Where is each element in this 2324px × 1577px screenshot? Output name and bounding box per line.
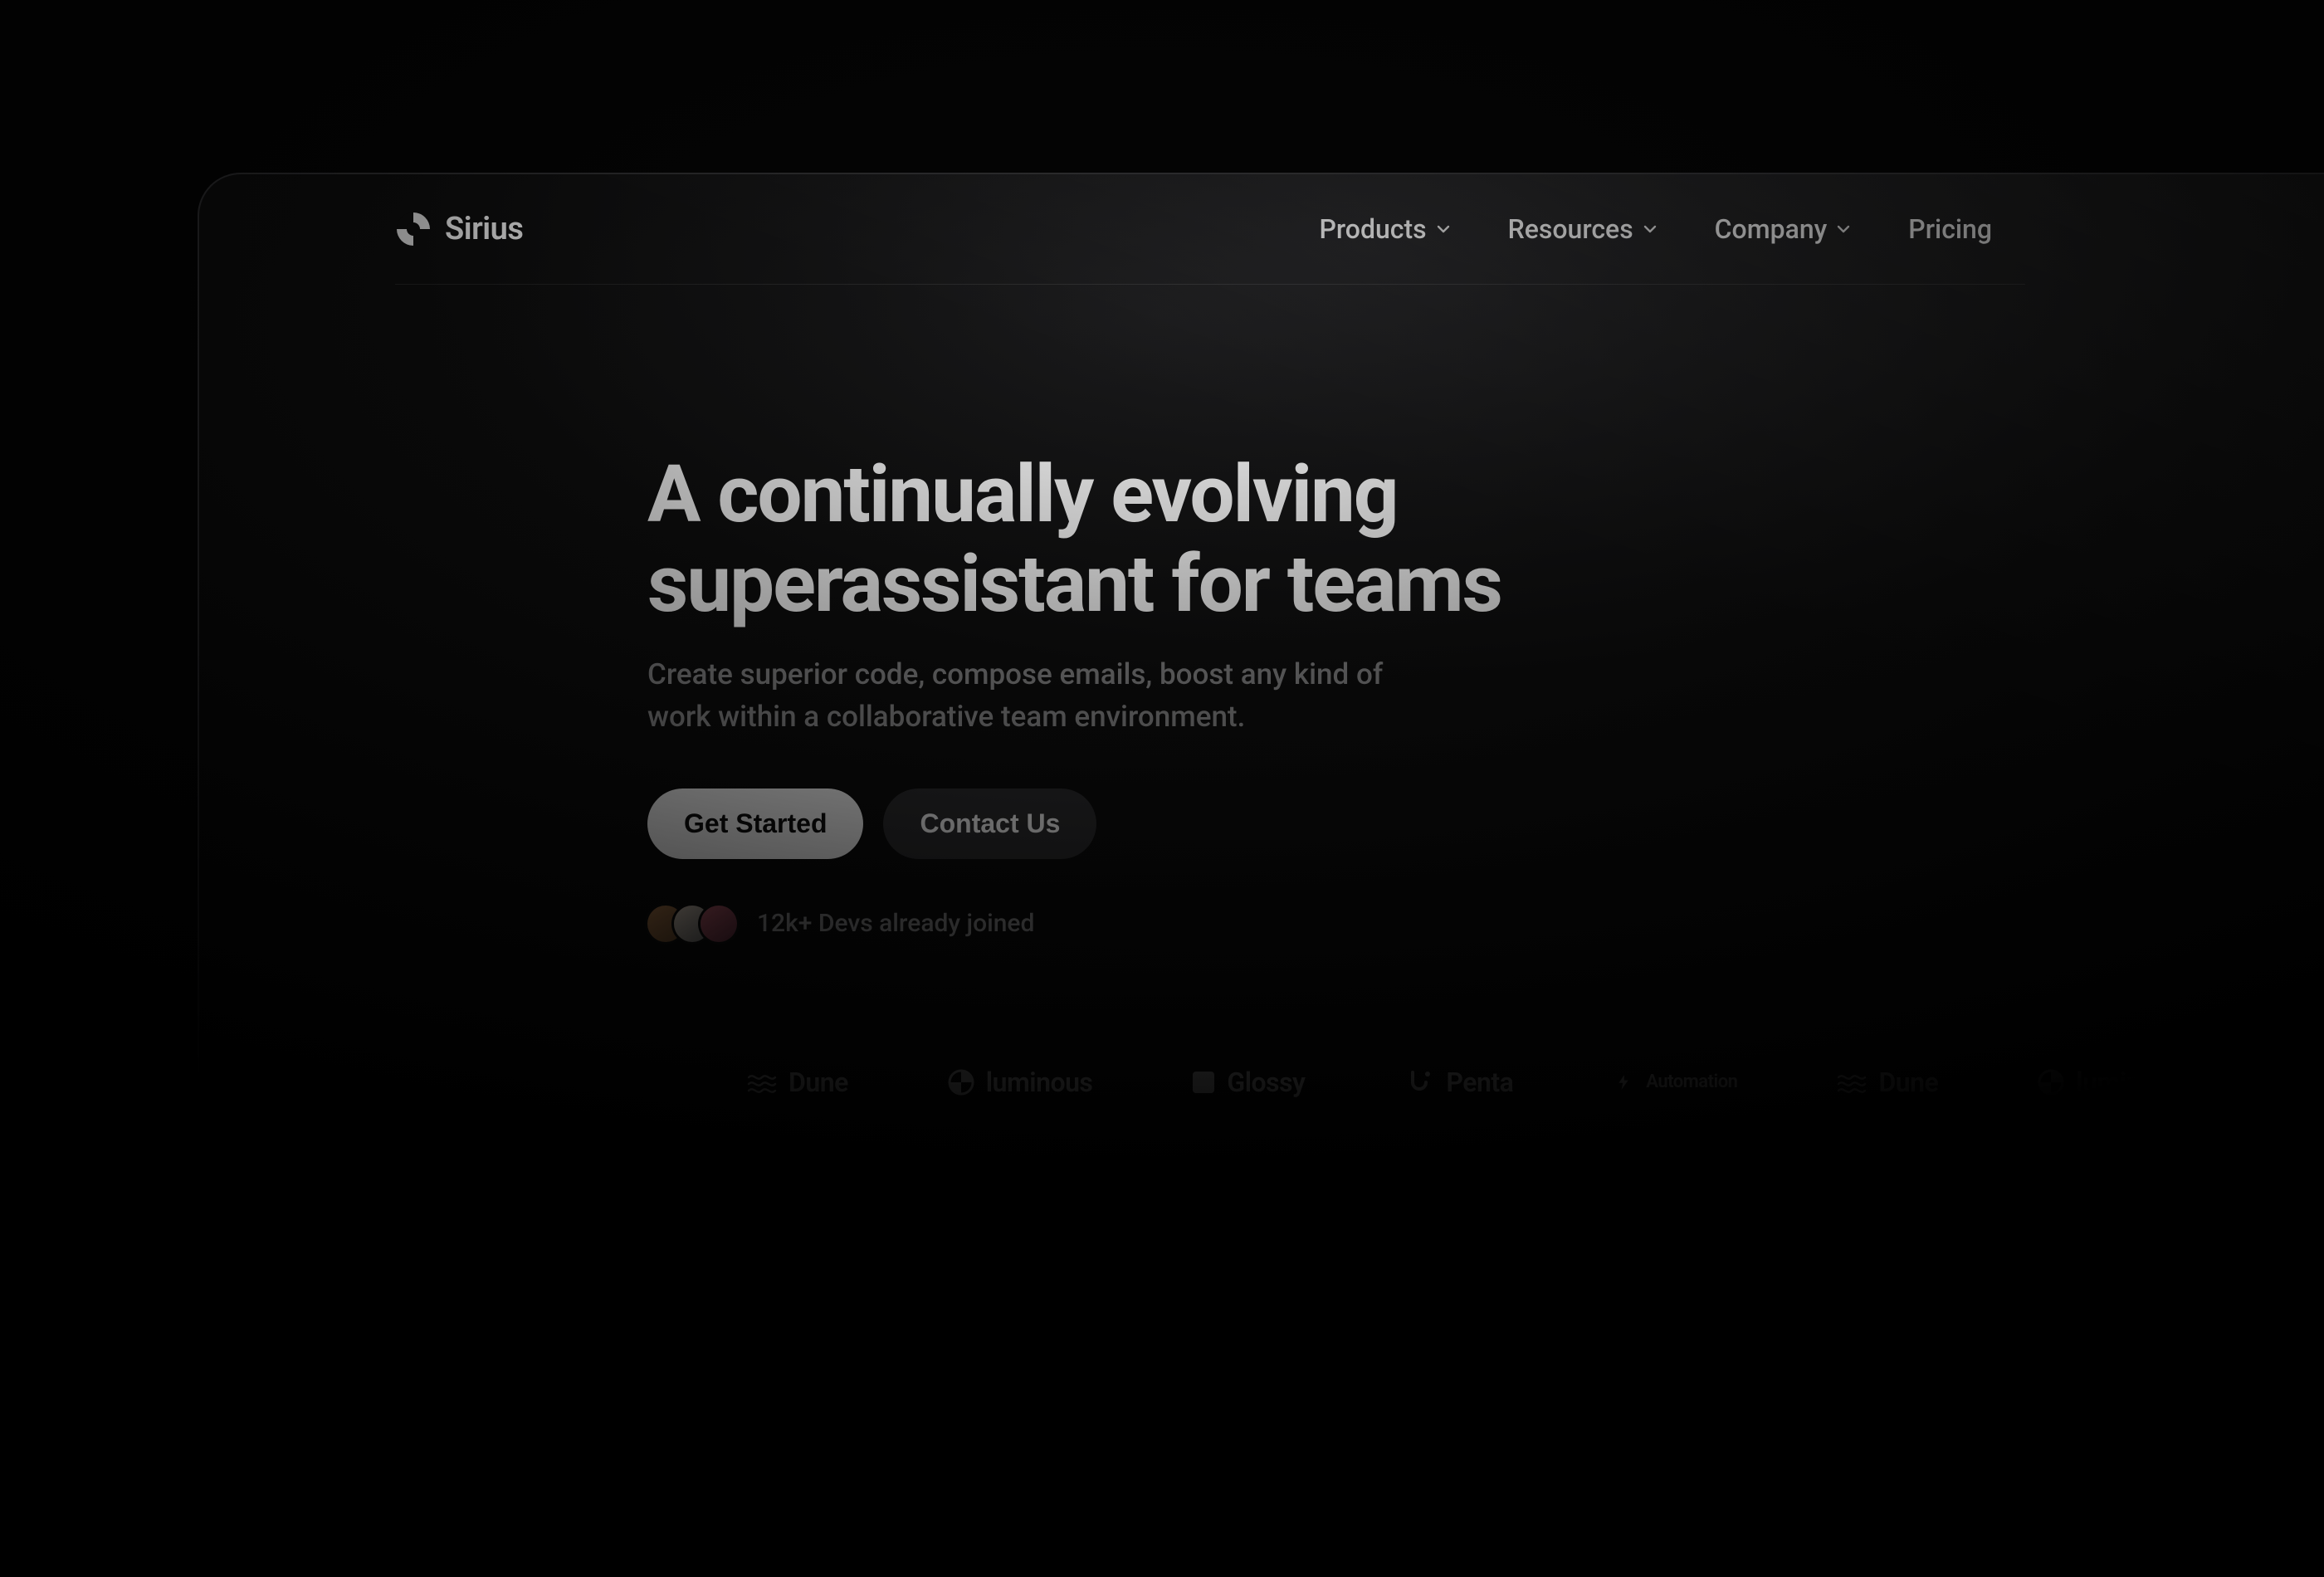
app-preview-panel: Agent Workspace / Elon musk · Sulaimaan …	[589, 1214, 2307, 1571]
nav-inner: Sirius Products Resources Company	[395, 211, 2025, 285]
hero-section: A continually evolving superassistant fo…	[199, 285, 2324, 942]
square-icon	[1192, 1071, 1215, 1094]
logo-luminous: luminous	[948, 1067, 1093, 1098]
logo-dune2-text: Dune	[1878, 1067, 1938, 1098]
agent-name-row: Agent name Select Existing Agent	[738, 1334, 1143, 1357]
description-label: Description	[738, 1448, 1143, 1472]
chat-message-text: Hello Elon!	[1241, 1425, 1336, 1448]
logo-dune-text: Dune	[788, 1067, 848, 1098]
select-existing-agent[interactable]: Select Existing Agent	[947, 1335, 1143, 1355]
rail-apps-button[interactable]	[627, 1334, 673, 1380]
situation-row: Situation Elon musk is having a conversa…	[1219, 1334, 2258, 1357]
hero-title-line2: superassistant for teams	[647, 538, 1501, 631]
agent-name-label: Agent name	[738, 1334, 846, 1357]
nav-products[interactable]: Products	[1319, 213, 1451, 245]
code-icon	[2151, 1252, 2169, 1271]
logo-glossy-text: Glossy	[1227, 1067, 1305, 1098]
chevron-down-icon	[1130, 1339, 1143, 1352]
agent-name-input[interactable]	[738, 1370, 1143, 1423]
brand-logo-icon	[395, 211, 432, 247]
situation-text: Elon musk is having a conversation with …	[1311, 1334, 1812, 1357]
breadcrumb-rest[interactable]: Elon musk · Sulaimaan	[847, 1250, 1050, 1273]
logo-penta-text: Penta	[1446, 1067, 1513, 1098]
nav-resources-label: Resources	[1508, 213, 1633, 245]
rail-chat-button[interactable]	[627, 1404, 673, 1450]
nav-pricing-label: Pricing	[1908, 213, 1992, 245]
get-started-button[interactable]: Get Started	[647, 788, 863, 859]
get-code-button[interactable]: Get code	[2127, 1240, 2273, 1284]
wave-icon	[747, 1071, 777, 1094]
logo-penta: Penta	[1404, 1067, 1513, 1098]
penta-icon	[1404, 1067, 1434, 1097]
hero-subtitle: Create superior code, compose emails, bo…	[647, 654, 1444, 739]
brand-name: Sirius	[445, 211, 523, 247]
logo-glossy: Glossy	[1192, 1067, 1305, 1098]
logo-automation: Automation	[1613, 1072, 1737, 1093]
luminous-icon	[948, 1069, 974, 1096]
nav-company-label: Company	[1715, 213, 1828, 245]
hero-title: A continually evolving superassistant fo…	[647, 451, 2324, 629]
logo-strip: Dune luminous Glossy Penta Automation	[199, 1067, 2324, 1098]
chevron-down-icon	[1835, 221, 1852, 237]
app-window: Sirius Products Resources Company	[198, 173, 2324, 1577]
chat-message-who: Elon Musk	[1219, 1482, 2258, 1501]
breadcrumb-main[interactable]: Agent Workspace	[662, 1250, 819, 1273]
square-icon	[2282, 1071, 2306, 1094]
breadcrumb: Agent Workspace / Elon musk · Sulaimaan	[662, 1250, 1049, 1273]
get-code-label: Get code	[2177, 1252, 2250, 1272]
app-side-rail	[608, 1309, 691, 1571]
logo-dune: Dune	[747, 1067, 848, 1098]
social-proof: 12k+ Devs already joined	[647, 906, 2324, 942]
rail-activity-button[interactable]	[627, 1473, 673, 1520]
avatars	[647, 906, 737, 942]
activity-icon	[637, 1484, 662, 1509]
contact-us-button[interactable]: Contact Us	[883, 788, 1096, 859]
nav-pricing[interactable]: Pricing	[1908, 213, 1992, 245]
chat-message-who: Sulaimaan	[1241, 1399, 1336, 1418]
main-nav: Sirius Products Resources Company	[199, 174, 2025, 285]
chat-message: Sulaimaan Hello Elon!	[1219, 1382, 1358, 1465]
wave-icon	[1837, 1071, 1867, 1094]
cta-row: Get Started Contact Us	[647, 788, 2324, 859]
logo-glossy: Glos	[2282, 1067, 2324, 1098]
chevron-down-icon	[1642, 221, 1658, 237]
avatar	[701, 906, 737, 942]
nav-company[interactable]: Company	[1715, 213, 1853, 245]
logo-luminous2-text: luminous	[2076, 1067, 2183, 1098]
select-existing-label: Select Existing Agent	[947, 1335, 1121, 1355]
chat-icon	[637, 1414, 662, 1439]
layout-icon	[637, 1345, 662, 1370]
logo-luminous-text: luminous	[986, 1067, 1093, 1098]
chat-card: Situation Elon musk is having a conversa…	[1189, 1309, 2288, 1571]
logo-automation-text: Automation	[1646, 1072, 1737, 1092]
nav-products-label: Products	[1319, 213, 1426, 245]
app-topbar: Agent Workspace / Elon musk · Sulaimaan …	[590, 1215, 2307, 1309]
logo-glossy2-text: Glos	[2317, 1067, 2324, 1098]
logo-luminous: luminous	[2038, 1067, 2183, 1098]
nav-resources[interactable]: Resources	[1508, 213, 1658, 245]
chevron-down-icon	[1435, 221, 1452, 237]
social-proof-text: 12k+ Devs already joined	[757, 909, 1034, 938]
luminous-icon	[2038, 1069, 2064, 1096]
home-icon[interactable]	[623, 1250, 647, 1273]
app-body: Agent name Select Existing Agent Descrip…	[590, 1309, 2307, 1571]
brand[interactable]: Sirius	[395, 211, 523, 247]
nav-links: Products Resources Company	[1319, 213, 2025, 245]
situation-label: Situation	[1219, 1334, 1300, 1357]
description-input[interactable]	[738, 1483, 1143, 1536]
bolt-icon	[1613, 1072, 1634, 1093]
breadcrumb-sep: /	[829, 1250, 837, 1273]
agent-spec-card: Agent name Select Existing Agent Descrip…	[708, 1309, 1173, 1571]
hero-title-line1: A continually evolving	[647, 448, 1398, 541]
logo-dune: Dune	[1837, 1067, 1938, 1098]
